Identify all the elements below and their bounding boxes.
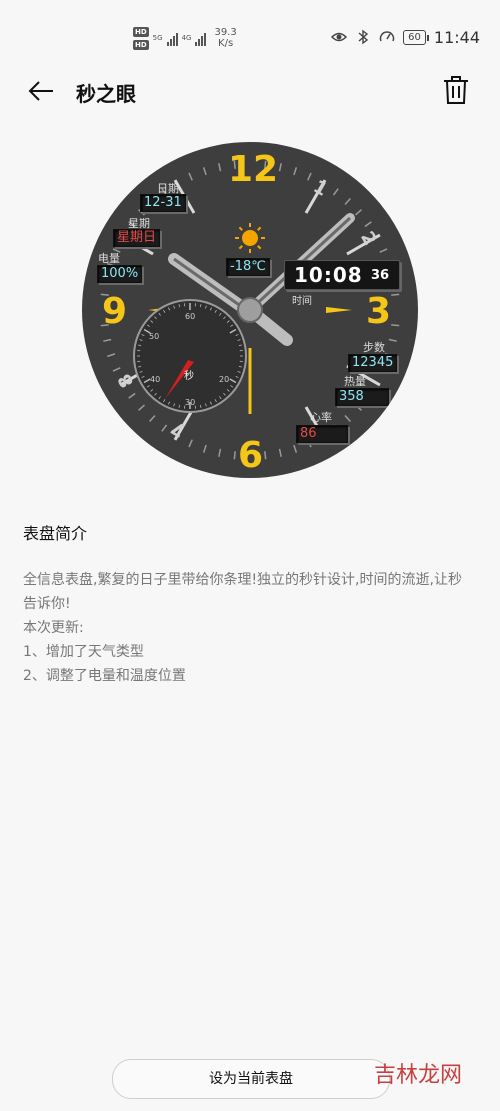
numeral-9: 9 bbox=[102, 291, 128, 332]
status-left: HD HD 5G 4G 39.3 K/s bbox=[133, 24, 237, 52]
network-speed: 39.3 K/s bbox=[214, 27, 236, 49]
page-title: 秒之眼 bbox=[76, 82, 136, 106]
steps-value: 12345 bbox=[348, 354, 398, 372]
three-marker bbox=[326, 307, 352, 313]
battery-icon: 60 bbox=[403, 29, 429, 45]
numeral-12: 12 bbox=[228, 149, 279, 190]
speed-unit: K/s bbox=[218, 38, 234, 49]
bluetooth-icon bbox=[358, 29, 369, 45]
description-title: 表盘简介 bbox=[23, 524, 88, 543]
description-line-4: 2、调整了电量和温度位置 bbox=[23, 668, 186, 684]
time-main: 10:08 bbox=[294, 263, 363, 287]
battery-value: 100% bbox=[97, 265, 143, 283]
network-type-1: 5G bbox=[152, 33, 163, 42]
speedometer-icon bbox=[379, 31, 395, 42]
back-button[interactable] bbox=[26, 76, 56, 106]
speed-value: 39.3 bbox=[214, 27, 237, 38]
set-current-watchface-button[interactable]: 设为当前表盘 bbox=[112, 1059, 390, 1099]
calories-label: 热量 bbox=[344, 375, 366, 388]
hd-badge-2: HD bbox=[133, 39, 149, 50]
temperature-value: -18℃ bbox=[226, 258, 270, 276]
subdial-30: 30 bbox=[185, 398, 196, 407]
date-value: 12-31 bbox=[140, 194, 186, 212]
watermark: 吉林龙网 bbox=[373, 1063, 462, 1088]
subdial-20: 20 bbox=[219, 375, 230, 384]
app-bar: 秒之眼 bbox=[0, 66, 500, 116]
subdial-40: 40 bbox=[150, 375, 161, 384]
hd-badge-1: HD bbox=[133, 26, 149, 37]
steps-label: 步数 bbox=[363, 341, 385, 354]
week-value: 星期日 bbox=[113, 229, 161, 247]
center-pin bbox=[237, 297, 263, 323]
subdial-60: 60 bbox=[185, 312, 196, 321]
digital-time: 10:08 36 bbox=[284, 260, 400, 290]
description-line-1: 全信息表盘,繁复的日子里带给你条理!独立的秒针设计,时间的流逝,让秒告诉你! bbox=[23, 572, 462, 612]
network-type-2: 4G bbox=[181, 33, 192, 42]
calories-value: 358 bbox=[335, 388, 389, 406]
signal-icon-1 bbox=[166, 30, 178, 46]
status-right: 60 11:44 bbox=[331, 26, 480, 48]
trash-icon bbox=[444, 76, 468, 104]
eye-icon bbox=[331, 32, 348, 42]
description-body: 全信息表盘,繁复的日子里带给你条理!独立的秒针设计,时间的流逝,让秒告诉你! 本… bbox=[23, 568, 475, 688]
status-time: 11:44 bbox=[433, 27, 480, 47]
description-line-2: 本次更新: bbox=[23, 620, 84, 636]
arrow-left-icon bbox=[28, 81, 53, 101]
delete-button[interactable] bbox=[442, 75, 470, 105]
subdial-50: 50 bbox=[149, 332, 160, 341]
status-bar: HD HD 5G 4G 39.3 K/s 60 11:44 bbox=[0, 0, 500, 72]
description-line-3: 1、增加了天气类型 bbox=[23, 644, 144, 660]
heart-rate-label: 心率 bbox=[310, 411, 332, 424]
battery-label: 电量 bbox=[98, 252, 120, 265]
numeral-6: 6 bbox=[238, 435, 264, 476]
numeral-3: 3 bbox=[366, 291, 392, 332]
time-label: 时间 bbox=[292, 296, 312, 307]
seconds-dial-label: 秒 bbox=[184, 371, 194, 382]
watch-face-preview: 12 3 6 9 1 2 7 8 日期 12-31 星期 星期日 电量 100%… bbox=[82, 142, 418, 478]
heart-rate-value: 86 bbox=[296, 425, 348, 443]
sun-icon bbox=[235, 223, 265, 253]
time-seconds: 36 bbox=[371, 268, 390, 283]
signal-icon-2 bbox=[195, 30, 207, 46]
